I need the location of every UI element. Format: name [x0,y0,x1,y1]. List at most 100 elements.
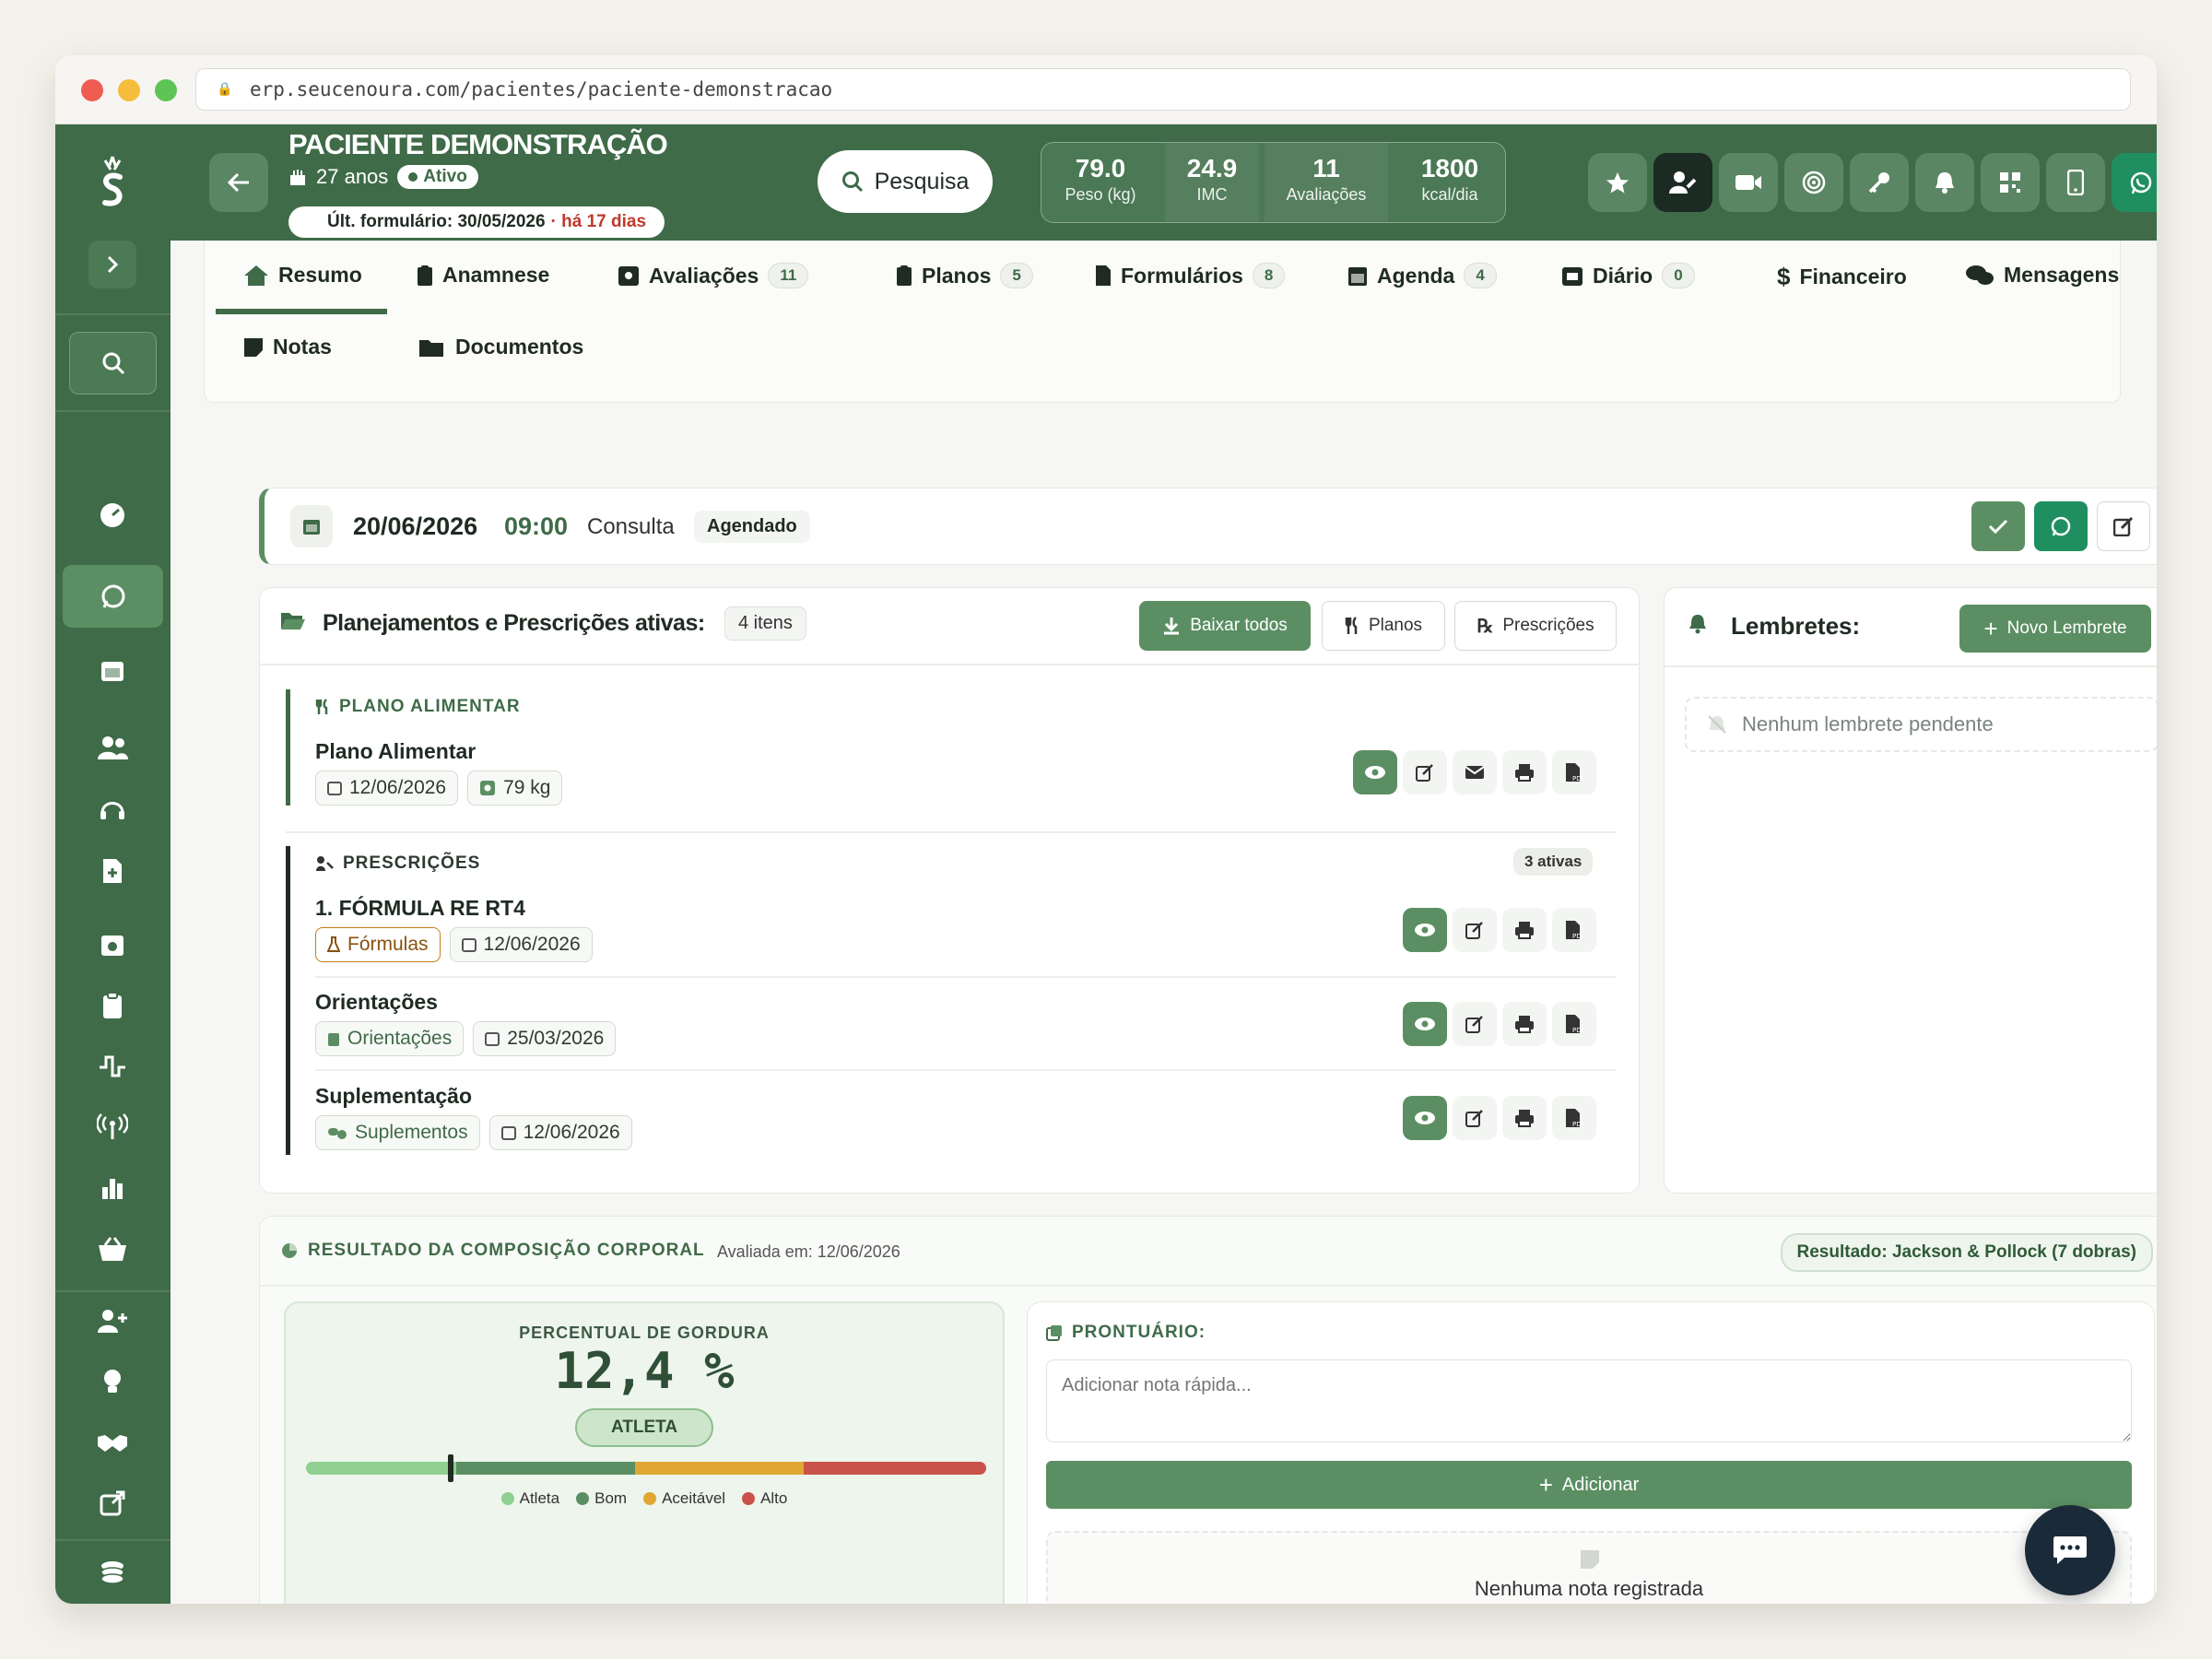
lightbulb-icon[interactable] [88,1358,136,1406]
view-prescription-button[interactable] [1403,1002,1447,1046]
status-dot-icon [408,172,418,182]
minimize-window-button[interactable] [118,79,140,101]
medical-record-panel: PRONTUÁRIO: + Adicionar Nenhuma nota reg… [1027,1301,2155,1604]
favorite-button[interactable] [1588,153,1647,212]
tab-notas[interactable]: Notas [243,335,332,359]
quick-note-input[interactable] [1046,1359,2132,1442]
pdf-prescription-button[interactable]: PDF [1552,1002,1596,1046]
tab-avaliacoes[interactable]: Avaliações 11 [618,263,809,288]
support-icon[interactable] [88,786,136,834]
pie-chart-icon [280,1241,299,1260]
active-prescriptions-badge: 3 ativas [1513,848,1594,876]
last-form-badge: Últ. formulário: 30/05/2026 · há 17 dias [288,206,665,238]
edit-prescription-button[interactable] [1453,1096,1497,1140]
coins-icon[interactable] [88,1548,136,1596]
status-badge: Ativo [397,165,478,189]
reminders-title: Lembretes: [1731,612,1861,640]
view-prescription-button[interactable] [1403,1096,1447,1140]
edit-patient-button[interactable] [1653,153,1712,212]
edit-appointment-button[interactable] [2097,501,2150,551]
back-button[interactable] [209,153,268,212]
tab-mensagens[interactable]: Mensagens [1965,263,2119,288]
prescription-icon: ℞ [1477,616,1494,637]
prescription-icon [315,855,334,872]
key-button[interactable] [1850,153,1909,212]
diary-icon [1561,265,1583,287]
edit-meal-plan-button[interactable] [1403,750,1447,794]
flask-icon [327,936,340,953]
download-all-button[interactable]: Baixar todos [1139,601,1311,651]
basket-icon[interactable] [88,1225,136,1273]
whatsapp-appointment-button[interactable] [2034,501,2088,551]
qr-code-button[interactable] [1981,153,2040,212]
tab-diario[interactable]: Diário 0 [1561,263,1695,288]
print-prescription-button[interactable] [1502,1002,1547,1046]
goals-button[interactable] [1784,153,1843,212]
sidebar-item-whatsapp[interactable] [63,565,163,628]
active-plans-card: Planejamentos e Prescrições ativas: 4 it… [259,587,1641,1194]
browser-window: 🔒 erp.seucenoura.com/pacientes/paciente-… [55,55,2157,1604]
user-add-icon[interactable] [88,1297,136,1345]
patient-age: 27 anos [316,165,389,188]
activity-icon[interactable] [88,1042,136,1090]
planos-button[interactable]: Planos [1322,601,1445,651]
search-button[interactable]: Pesquisa [818,150,993,213]
users-icon[interactable] [88,724,136,771]
tab-formularios[interactable]: Formulários 8 [1095,263,1286,288]
stat-weight: 79.0 Peso (kg) [1065,154,1136,204]
print-meal-plan-button[interactable] [1502,750,1547,794]
close-window-button[interactable] [81,79,103,101]
mobile-app-button[interactable] [2046,153,2105,212]
handshake-icon[interactable] [88,1418,136,1466]
body-composition-card: RESULTADO DA COMPOSIÇÃO CORPORAL Avaliad… [259,1216,2157,1604]
view-prescription-button[interactable] [1403,908,1447,952]
calendar-icon[interactable] [88,646,136,694]
plans-count-badge: 4 itens [724,606,806,641]
svg-text:PDF: PDF [1572,775,1583,782]
formulas-tag: Fórmulas [315,927,441,962]
tab-documentos[interactable]: Documentos [418,335,583,359]
calendar-check-icon[interactable] [88,921,136,969]
add-note-button[interactable]: + Adicionar [1046,1461,2132,1509]
clipboard-icon[interactable] [88,982,136,1030]
tab-planos[interactable]: Planos 5 [896,263,1033,288]
pdf-prescription-button[interactable]: PDF [1552,908,1596,952]
print-prescription-button[interactable] [1502,908,1547,952]
bar-chart-icon[interactable] [88,1164,136,1212]
whatsapp-button[interactable] [2112,153,2157,212]
tab-financeiro[interactable]: $ Financeiro [1777,263,1907,291]
result-method-badge: Resultado: Jackson & Pollock (7 dobras) [1780,1233,2153,1272]
tab-agenda[interactable]: Agenda 4 [1347,263,1497,288]
dashboard-icon[interactable] [88,491,136,539]
svg-text:PDF: PDF [1572,1121,1583,1128]
pdf-meal-plan-button[interactable]: PDF [1552,750,1596,794]
maximize-window-button[interactable] [155,79,177,101]
new-reminder-button[interactable]: + Novo Lembrete [1959,605,2151,653]
video-call-button[interactable] [1719,153,1778,212]
prescription-date: 25/03/2026 [473,1021,617,1056]
prescricoes-button[interactable]: ℞ Prescrições [1454,601,1617,651]
confirm-appointment-button[interactable] [1971,501,2025,551]
body-fat-value: 12,4 % [554,1342,735,1400]
meal-plan-date: 12/06/2026 [315,771,459,806]
external-link-icon[interactable] [88,1479,136,1527]
tab-resumo[interactable]: Resumo [243,263,362,288]
legend-item: Bom [576,1489,627,1508]
tab-anamnese[interactable]: Anamnese [417,263,549,288]
sidebar-search-button[interactable] [69,332,157,394]
stat-kcal: 1800 kcal/dia [1420,154,1479,204]
address-bar[interactable]: 🔒 erp.seucenoura.com/pacientes/paciente-… [195,68,2131,111]
broadcast-icon[interactable] [88,1103,136,1151]
edit-prescription-button[interactable] [1453,908,1497,952]
print-prescription-button[interactable] [1502,1096,1547,1140]
view-meal-plan-button[interactable] [1353,750,1397,794]
reminders-card: Lembretes: + Novo Lembrete Nenhum lembre… [1664,587,2157,1194]
pdf-prescription-button[interactable]: PDF [1552,1096,1596,1140]
chat-fab-button[interactable] [2025,1505,2115,1595]
expand-sidebar-button[interactable] [88,241,136,288]
file-add-icon[interactable] [88,847,136,895]
email-meal-plan-button[interactable] [1453,750,1497,794]
stat-imc: 24.9 IMC [1165,143,1259,222]
notifications-button[interactable] [1915,153,1974,212]
edit-prescription-button[interactable] [1453,1002,1497,1046]
